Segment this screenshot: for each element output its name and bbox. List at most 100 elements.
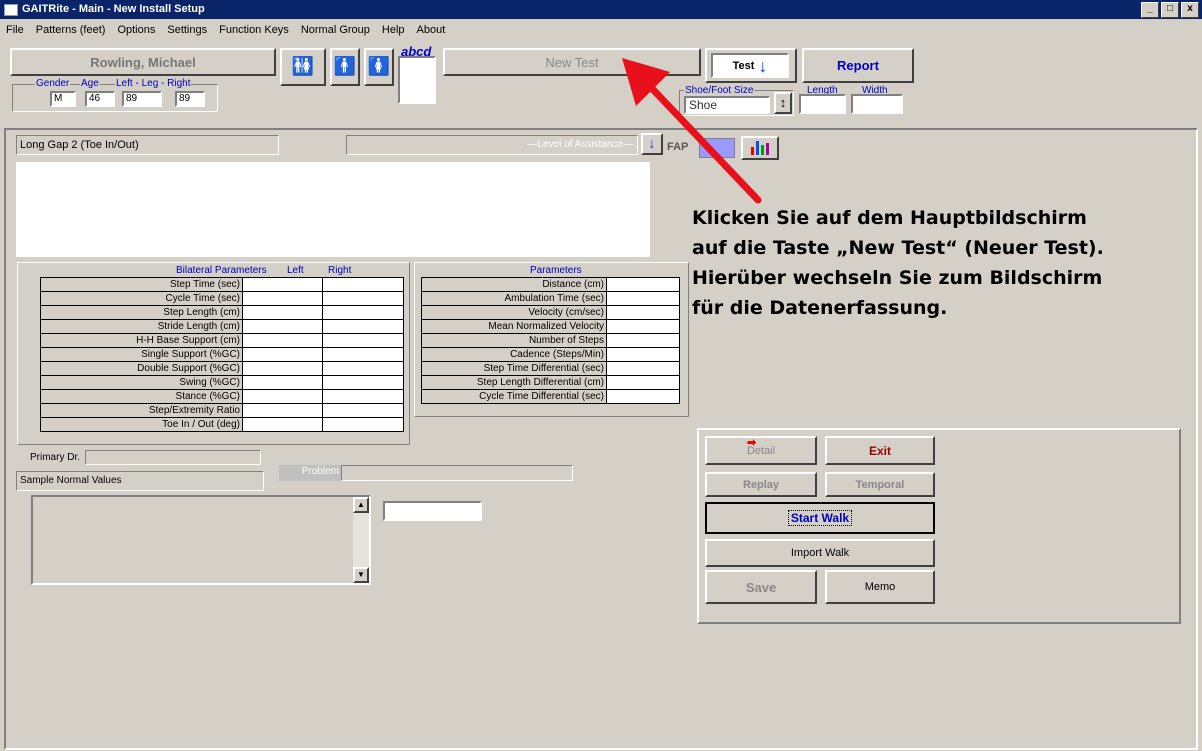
menu-settings[interactable]: Settings [165, 24, 209, 36]
parameters-row: Mean Normalized Velocity [421, 319, 680, 334]
parameters-panel: Parameters Distance (cm) Ambulation Time … [414, 262, 689, 417]
menu-patterns[interactable]: Patterns (feet) [34, 24, 108, 36]
assistance-field: —Level of Assistance— [346, 135, 638, 155]
length-field[interactable] [799, 94, 846, 114]
maximize-button[interactable]: □ [1161, 2, 1179, 18]
aux-field[interactable] [383, 501, 482, 521]
menu-help[interactable]: Help [380, 24, 407, 36]
parameters-value [606, 389, 680, 404]
menu-options[interactable]: Options [115, 24, 157, 36]
parameters-value [606, 277, 680, 292]
start-walk-label: Start Walk [787, 510, 853, 526]
menu-normal-group[interactable]: Normal Group [299, 24, 372, 36]
parameters-value [606, 319, 680, 334]
bilateral-row: Single Support (%GC) [40, 347, 404, 362]
bilateral-left-value [242, 305, 323, 320]
detail-button[interactable]: ➡ Detail [705, 436, 817, 465]
bilateral-row: Double Support (%GC) [40, 361, 404, 376]
parameters-row-label: Step Length Differential (cm) [421, 375, 607, 390]
exit-button[interactable]: Exit [825, 436, 935, 465]
notes-area[interactable] [16, 162, 650, 257]
parameters-table: Distance (cm) Ambulation Time (sec) Veloci… [421, 277, 680, 404]
primary-dr-label: Primary Dr. [30, 452, 80, 463]
parameters-value [606, 375, 680, 390]
bilateral-left-value [242, 333, 323, 348]
bilateral-row-label: Step/Extremity Ratio [40, 403, 243, 418]
bilateral-row-label: Stance (%GC) [40, 389, 243, 404]
patient-name-button[interactable]: Rowling, Michael [10, 48, 276, 76]
report-button[interactable]: Report [802, 48, 914, 83]
scroll-up-icon[interactable]: ▲ [353, 497, 369, 513]
bilateral-left-value [242, 417, 323, 432]
annotation-line-1: Klicken Sie auf dem Hauptbildschirm [692, 207, 1087, 229]
bilateral-row-label: Single Support (%GC) [40, 347, 243, 362]
bilateral-row: Stride Length (cm) [40, 319, 404, 334]
bilateral-right-value [322, 361, 404, 376]
annotation-line-2: auf die Taste „New Test“ (Neuer Test). [692, 237, 1104, 259]
age-field[interactable]: 46 [85, 91, 115, 107]
annotation-line-3: Hierüber wechseln Sie zum Bildschirm [692, 267, 1103, 289]
parameters-value [606, 347, 680, 362]
save-button[interactable]: Save [705, 570, 817, 604]
window-title: GAITRite - Main - New Install Setup [22, 3, 205, 15]
annotation-text: Klicken Sie auf dem Hauptbildschirm auf … [692, 203, 1197, 323]
bilateral-left-value [242, 347, 323, 362]
menu-about[interactable]: About [415, 24, 448, 36]
bilateral-right-value [322, 403, 404, 418]
bilateral-right-value [322, 291, 404, 306]
age-label: Age [80, 78, 100, 89]
parameters-value [606, 333, 680, 348]
bilateral-right-value [322, 389, 404, 404]
menu-function-keys[interactable]: Function Keys [217, 24, 291, 36]
parameters-row-label: Velocity (cm/sec) [421, 305, 607, 320]
bilateral-left-value [242, 375, 323, 390]
bilateral-row-label: H-H Base Support (cm) [40, 333, 243, 348]
gender-field[interactable]: M [50, 91, 76, 107]
parameters-row-label: Step Time Differential (sec) [421, 361, 607, 376]
bilateral-right-value [322, 277, 404, 292]
bilateral-row-label: Swing (%GC) [40, 375, 243, 390]
bilateral-row: Cycle Time (sec) [40, 291, 404, 306]
couple-icon[interactable]: 🚻 [280, 48, 326, 86]
close-button[interactable]: x [1181, 2, 1199, 18]
problem-field[interactable] [341, 465, 573, 481]
female-icon[interactable]: 🚺 [364, 48, 394, 86]
parameters-row: Number of Steps [421, 333, 680, 348]
bilateral-right-value [322, 375, 404, 390]
bilateral-left-value [242, 403, 323, 418]
male-icon[interactable]: 🚹 [330, 48, 360, 86]
parameters-value [606, 361, 680, 376]
menu-file[interactable]: File [4, 24, 26, 36]
temporal-button[interactable]: Temporal [825, 472, 935, 497]
parameters-row-label: Ambulation Time (sec) [421, 291, 607, 306]
bilateral-row: Stance (%GC) [40, 389, 404, 404]
right-leg-field[interactable]: 89 [175, 91, 205, 107]
abcd-box [398, 56, 436, 104]
bilateral-row: Swing (%GC) [40, 375, 404, 390]
bilateral-right-value [322, 333, 404, 348]
memo-scrollbar[interactable]: ▲ ▼ [353, 497, 369, 583]
left-leg-field[interactable]: 89 [122, 91, 162, 107]
minimize-button[interactable]: _ [1141, 2, 1159, 18]
parameters-row: Velocity (cm/sec) [421, 305, 680, 320]
scroll-down-icon[interactable]: ▼ [353, 567, 369, 583]
replay-button[interactable]: Replay [705, 472, 817, 497]
bilateral-row-label: Cycle Time (sec) [40, 291, 243, 306]
bilateral-right-value [322, 417, 404, 432]
import-walk-button[interactable]: Import Walk [705, 539, 935, 567]
parameters-row: Step Time Differential (sec) [421, 361, 680, 376]
primary-dr-field[interactable] [85, 450, 261, 465]
memo-button[interactable]: Memo [825, 570, 935, 604]
annotation-arrow-icon [622, 58, 762, 204]
window-titlebar: GAITRite - Main - New Install Setup _ □ … [0, 0, 1202, 19]
width-field[interactable] [851, 94, 903, 114]
menubar: File Patterns (feet) Options Settings Fu… [0, 19, 1202, 41]
bilateral-row-label: Step Time (sec) [40, 277, 243, 292]
parameters-row: Cadence (Steps/Min) [421, 347, 680, 362]
bilateral-row: Toe In / Out (deg) [40, 417, 404, 432]
start-walk-button[interactable]: Start Walk [705, 502, 935, 534]
memo-textarea[interactable]: ▲ ▼ [31, 495, 371, 585]
bilateral-row: Step/Extremity Ratio [40, 403, 404, 418]
bilateral-row-label: Step Length (cm) [40, 305, 243, 320]
parameters-value [606, 305, 680, 320]
